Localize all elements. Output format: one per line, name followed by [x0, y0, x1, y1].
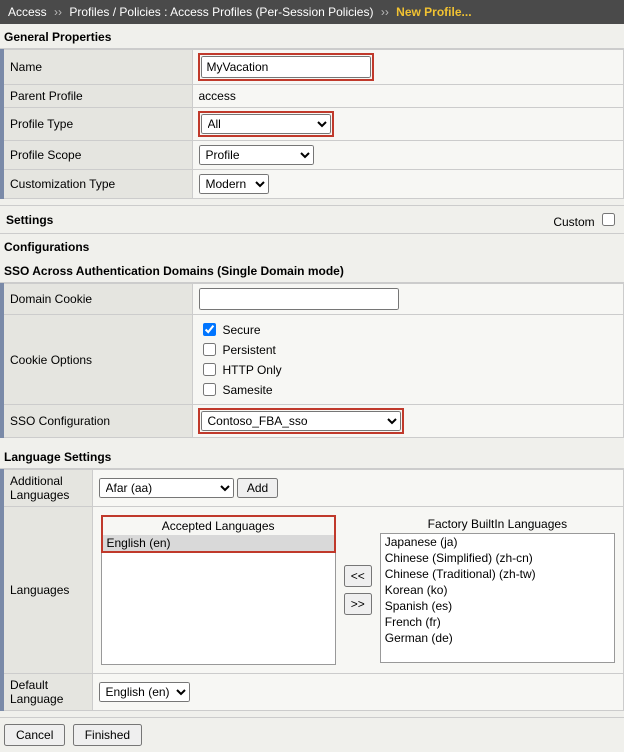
highlight-accepted: Accepted Languages English (en)	[101, 515, 336, 553]
factory-listbox[interactable]: Japanese (ja) Chinese (Simplified) (zh-c…	[380, 533, 615, 663]
accepted-col: Accepted Languages English (en)	[101, 515, 336, 665]
breadcrumb-sep: ››	[54, 5, 62, 19]
breadcrumb-sep: ››	[381, 5, 389, 19]
samesite-label: Samesite	[223, 383, 273, 397]
label-type: Profile Type	[2, 108, 192, 141]
factory-item[interactable]: Korean (ko)	[381, 582, 614, 598]
footer: Cancel Finished	[0, 717, 624, 752]
breadcrumb-path[interactable]: Profiles / Policies : Access Profiles (P…	[69, 5, 373, 19]
finished-button[interactable]: Finished	[73, 724, 142, 746]
persistent-label: Persistent	[223, 343, 276, 357]
label-sso-config: SSO Configuration	[2, 405, 192, 438]
persistent-checkbox[interactable]	[203, 343, 216, 356]
factory-item[interactable]: Chinese (Traditional) (zh-tw)	[381, 566, 614, 582]
label-cookie-options: Cookie Options	[2, 315, 192, 405]
custom-checkbox[interactable]	[602, 213, 615, 226]
custom-toggle-wrap: Custom	[553, 210, 618, 229]
highlight-name	[199, 54, 373, 80]
section-sso-title: SSO Across Authentication Domains (Singl…	[0, 258, 624, 283]
factory-title: Factory BuiltIn Languages	[380, 515, 615, 533]
customization-type-select[interactable]: Modern	[199, 174, 269, 194]
section-language-title: Language Settings	[0, 444, 624, 469]
name-input[interactable]	[201, 56, 371, 78]
factory-item[interactable]: Chinese (Simplified) (zh-cn)	[381, 550, 614, 566]
custom-label: Custom	[553, 215, 594, 229]
additional-lang-select[interactable]: Afar (aa)	[99, 478, 234, 498]
samesite-checkbox[interactable]	[203, 383, 216, 396]
factory-item[interactable]: German (de)	[381, 630, 614, 646]
move-right-button[interactable]: >>	[344, 593, 372, 615]
httponly-label: HTTP Only	[223, 363, 282, 377]
value-parent: access	[192, 85, 624, 108]
label-scope: Profile Scope	[2, 141, 192, 170]
highlight-sso-config: Contoso_FBA_sso	[199, 409, 403, 433]
accepted-title: Accepted Languages	[103, 517, 334, 535]
move-left-button[interactable]: <<	[344, 565, 372, 587]
factory-item[interactable]: Japanese (ja)	[381, 534, 614, 550]
accepted-listbox[interactable]	[101, 553, 336, 665]
label-languages: Languages	[2, 507, 92, 674]
factory-item[interactable]: Spanish (es)	[381, 598, 614, 614]
label-domain-cookie: Domain Cookie	[2, 284, 192, 315]
default-lang-select[interactable]: English (en)	[99, 682, 190, 702]
domain-cookie-input[interactable]	[199, 288, 399, 310]
breadcrumb: Access ›› Profiles / Policies : Access P…	[0, 0, 624, 24]
label-name: Name	[2, 50, 192, 85]
add-lang-button[interactable]: Add	[237, 478, 278, 498]
accepted-item-english[interactable]: English (en)	[103, 535, 334, 551]
section-general-title: General Properties	[0, 24, 624, 49]
sso-config-select[interactable]: Contoso_FBA_sso	[201, 411, 401, 431]
section-settings-title: Settings	[6, 213, 53, 227]
factory-item[interactable]: French (fr)	[381, 614, 614, 630]
move-buttons: << >>	[342, 515, 374, 665]
section-config-title: Configurations	[0, 234, 624, 258]
label-cust: Customization Type	[2, 170, 192, 199]
profile-type-select[interactable]: All	[201, 114, 331, 134]
breadcrumb-root[interactable]: Access	[8, 5, 47, 19]
httponly-checkbox[interactable]	[203, 363, 216, 376]
label-additional-lang: Additional Languages	[2, 470, 92, 507]
cancel-button[interactable]: Cancel	[4, 724, 65, 746]
label-default-lang: Default Language	[2, 674, 92, 711]
secure-label: Secure	[223, 323, 261, 337]
language-table: Additional Languages Afar (aa) Add Langu…	[0, 469, 624, 711]
secure-checkbox[interactable]	[203, 323, 216, 336]
label-parent: Parent Profile	[2, 85, 192, 108]
factory-col: Factory BuiltIn Languages Japanese (ja) …	[380, 515, 615, 665]
profile-scope-select[interactable]: Profile	[199, 145, 314, 165]
languages-area: Accepted Languages English (en) << >> Fa…	[97, 511, 620, 669]
settings-row: Settings Custom	[0, 205, 624, 234]
highlight-type: All	[199, 112, 333, 136]
breadcrumb-current: New Profile...	[396, 5, 471, 19]
general-properties-table: Name Parent Profile access Profile Type …	[0, 49, 624, 199]
sso-table: Domain Cookie Cookie Options Secure Pers…	[0, 283, 624, 438]
